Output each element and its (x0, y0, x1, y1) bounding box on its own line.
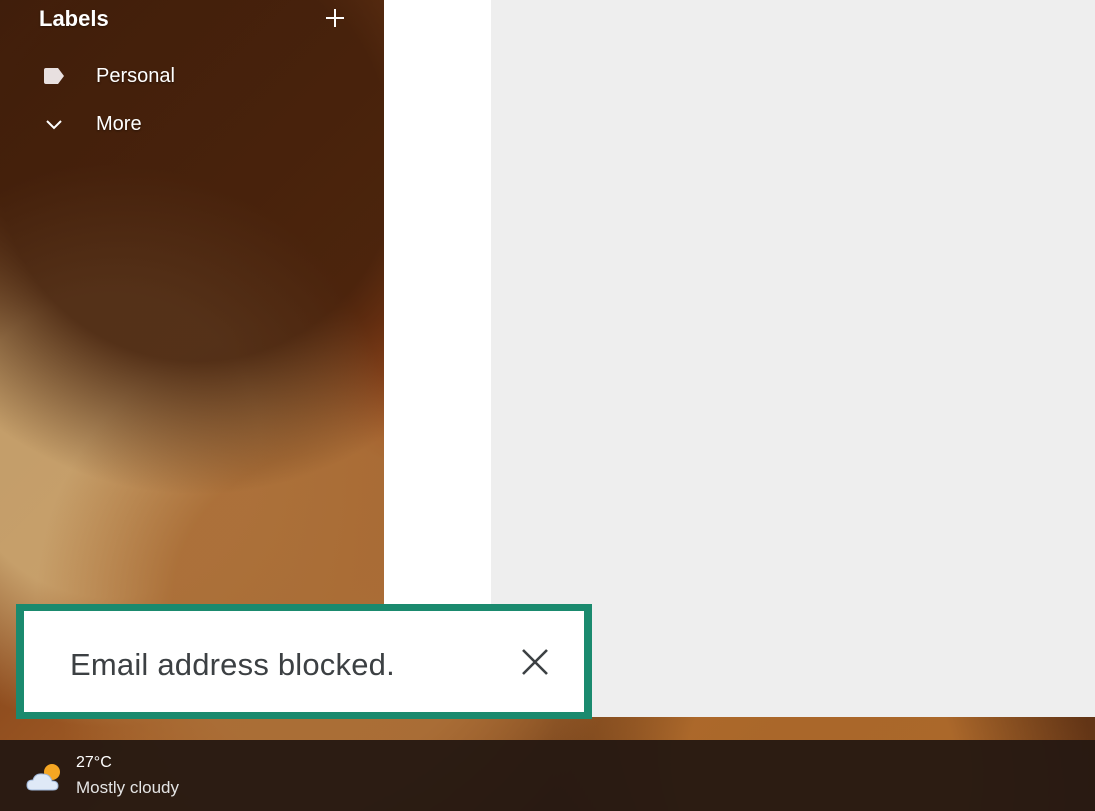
sidebar-item-personal[interactable]: Personal (0, 56, 383, 96)
weather-widget[interactable]: 27°C Mostly cloudy (26, 754, 226, 800)
snackbar-message: Email address blocked. (70, 647, 395, 682)
snackbar-body: Email address blocked. (24, 611, 584, 712)
label-tag-icon (42, 66, 66, 86)
close-snackbar-button[interactable] (518, 645, 552, 679)
sidebar-item-label: Personal (96, 65, 175, 87)
chevron-down-icon (42, 114, 66, 134)
snackbar-notification: Email address blocked. (16, 604, 592, 719)
labels-title: Labels (39, 6, 109, 31)
labels-header: Labels (39, 4, 349, 34)
close-icon (522, 649, 548, 675)
add-label-button[interactable] (321, 4, 349, 32)
weather-temperature: 27°C (76, 754, 112, 771)
partly-cloudy-icon (26, 764, 60, 791)
plus-icon (326, 9, 344, 27)
taskbar: 27°C Mostly cloudy (0, 740, 1095, 811)
weather-condition: Mostly cloudy (76, 778, 179, 797)
sidebar-item-more[interactable]: More (0, 104, 383, 144)
sidebar-item-label: More (96, 113, 142, 135)
desktop-screen: Labels Personal More Email address block… (0, 0, 1095, 811)
